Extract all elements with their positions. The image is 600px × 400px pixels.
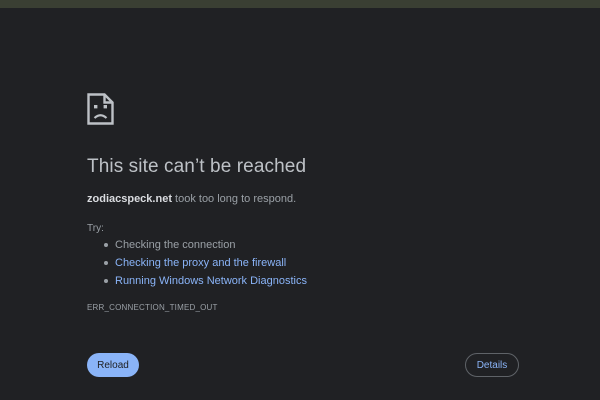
- sad-page-icon: [87, 93, 114, 125]
- bullet: [104, 279, 108, 283]
- description-suffix: took too long to respond.: [171, 193, 297, 205]
- details-button[interactable]: Details: [465, 353, 519, 377]
- suggestion-text: Checking the connection: [115, 239, 236, 251]
- error-description: zodiacspeck.net took too long to respond…: [87, 193, 296, 205]
- bullet: [104, 261, 108, 265]
- browser-top-strip: [0, 0, 600, 8]
- suggestion-link-text[interactable]: Checking the proxy and the firewall: [115, 257, 286, 269]
- suggestion-check-connection: Checking the connection: [87, 236, 307, 254]
- suggestion-link-text[interactable]: Running Windows Network Diagnostics: [115, 275, 307, 287]
- error-code: ERR_CONNECTION_TIMED_OUT: [87, 303, 218, 312]
- site-domain: zodiacspeck.net: [87, 193, 172, 205]
- suggestion-check-proxy-firewall-link[interactable]: Checking the proxy and the firewall: [87, 254, 307, 272]
- suggestions-list: Checking the connection Checking the pro…: [87, 236, 307, 290]
- bullet: [104, 243, 108, 247]
- page-title: This site can’t be reached: [87, 156, 307, 177]
- try-label: Try:: [87, 223, 104, 234]
- reload-button[interactable]: Reload: [87, 353, 139, 377]
- suggestion-network-diagnostics-link[interactable]: Running Windows Network Diagnostics: [87, 272, 307, 290]
